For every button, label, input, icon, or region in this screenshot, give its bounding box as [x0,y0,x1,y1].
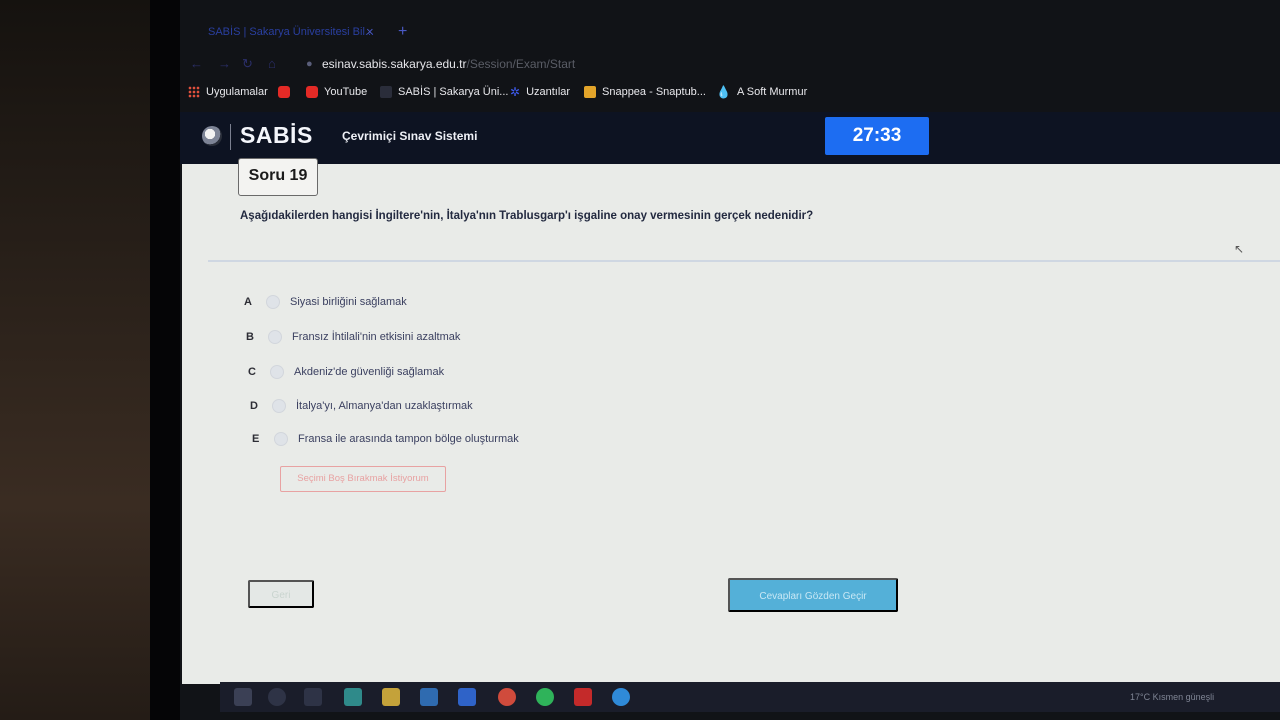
bookmark-extensions[interactable]: ✲ Uzantılar [510,82,570,102]
option-letter: D [250,400,258,412]
apps-grid-icon [188,86,200,98]
bookmark-label: YouTube [324,86,368,98]
sabis-globe-icon [202,126,222,146]
option-d[interactable]: D İtalya'yı, Almanya'dan uzaklaştırmak [250,396,473,416]
browser-tab-bar: SABİS | Sakarya Üniversitesi Bil... × + [180,18,1280,46]
bookmark-youtube-icon-only[interactable] [278,82,290,102]
tab-close-icon[interactable]: × [366,18,374,46]
bookmark-label: SABİS | Sakarya Üni... [398,86,509,98]
app-icon[interactable] [344,688,362,706]
option-letter: A [244,296,252,308]
back-arrow-icon[interactable]: ← [190,52,203,76]
lock-icon[interactable]: ● [306,52,313,76]
puzzle-icon: ✲ [510,85,521,99]
youtube-icon [306,86,318,98]
url-host: esinav.sabis.sakarya.edu.tr [322,57,467,71]
option-text: Fransa ile arasında tampon bölge oluştur… [298,433,519,445]
option-radio[interactable] [270,365,284,379]
whatsapp-icon[interactable] [536,688,554,706]
search-icon[interactable] [268,688,286,706]
option-a[interactable]: A Siyasi birliğini sağlamak [244,292,407,312]
browser-tab[interactable]: SABİS | Sakarya Üniversitesi Bil... [190,18,390,46]
option-e[interactable]: E Fransa ile arasında tampon bölge oluşt… [252,429,519,449]
chrome-icon[interactable] [498,688,516,706]
bookmark-label: Snappea - Snaptub... [602,86,706,98]
option-letter: E [252,433,260,445]
logo-divider [230,124,231,150]
option-text: Fransız İhtilali'nin etkisini azaltmak [292,331,461,343]
option-radio[interactable] [266,295,280,309]
exam-page: Soru 19 Aşağıdakilerden hangisi İngilter… [182,158,1280,684]
exam-timer: 27:33 [825,117,929,155]
bookmark-sabis[interactable]: SABİS | Sakarya Üni... [380,82,508,102]
home-icon[interactable]: ⌂ [268,52,276,76]
weather-widget[interactable]: 17°C Kısmen güneşli [1130,682,1214,712]
option-b[interactable]: B Fransız İhtilali'nin etkisini azaltmak [246,327,460,347]
question-number-badge: Soru 19 [238,158,318,196]
skip-question-button[interactable]: Seçimi Boş Bırakmak İstiyorum [280,466,446,492]
review-answers-button[interactable]: Cevapları Gözden Geçir [728,578,898,612]
option-letter: C [248,366,256,378]
option-radio[interactable] [272,399,286,413]
reload-icon[interactable]: ↻ [242,52,253,76]
file-explorer-icon[interactable] [382,688,400,706]
bookmark-apps[interactable]: Uygulamalar [188,82,268,102]
start-icon[interactable] [234,688,252,706]
app-header: SABİS Çevrimiçi Sınav Sistemi 27:33 [180,112,1280,164]
task-view-icon[interactable] [304,688,322,706]
opera-icon[interactable] [574,688,592,706]
bookmark-label: Uzantılar [526,86,571,98]
option-text: Siyasi birliğini sağlamak [290,296,407,308]
bookmark-soft-murmur[interactable]: 💧 A Soft Murmur [716,82,807,102]
back-button[interactable]: Geri [248,580,314,608]
mouse-cursor-icon: ↖ [1234,242,1245,256]
drop-icon: 💧 [716,85,731,99]
bookmark-label: A Soft Murmur [736,86,808,98]
url-path: /Session/Exam/Start [466,57,576,71]
option-c[interactable]: C Akdeniz'de güvenliği sağlamak [248,362,444,382]
windows-taskbar: 17°C Kısmen güneşli [220,682,1280,712]
app-subtitle: Çevrimiçi Sınav Sistemi [342,129,478,143]
bookmark-snappea[interactable]: Snappea - Snaptub... [584,82,706,102]
page-icon [380,86,392,98]
option-radio[interactable] [274,432,288,446]
laptop-screen: SABİS | Sakarya Üniversitesi Bil... × + … [180,0,1280,720]
store-icon[interactable] [458,688,476,706]
edge-icon[interactable] [612,688,630,706]
youtube-icon [278,86,290,98]
address-bar: ← → ↻ ⌂ ● esinav.sabis.sakarya.edu.tr/Se… [180,52,1280,76]
option-radio[interactable] [268,330,282,344]
new-tab-icon[interactable]: + [398,18,407,46]
forward-arrow-icon[interactable]: → [218,52,231,76]
url-field[interactable]: esinav.sabis.sakarya.edu.tr/Session/Exam… [322,52,575,76]
bookmark-label: Uygulamalar [206,86,268,98]
sabis-logo[interactable]: SABİS [240,122,313,149]
option-text: İtalya'yı, Almanya'dan uzaklaştırmak [296,400,473,412]
bookmark-youtube[interactable]: YouTube [306,82,367,102]
snappea-icon [584,86,596,98]
option-text: Akdeniz'de güvenliği sağlamak [294,366,445,378]
question-text: Aşağıdakilerden hangisi İngiltere'nin, İ… [240,210,814,222]
bookmarks-bar: Uygulamalar YouTube SABİS | Sakarya Üni.… [180,82,1280,102]
option-letter: B [246,331,254,343]
question-divider [208,260,1280,262]
mail-icon[interactable] [420,688,438,706]
